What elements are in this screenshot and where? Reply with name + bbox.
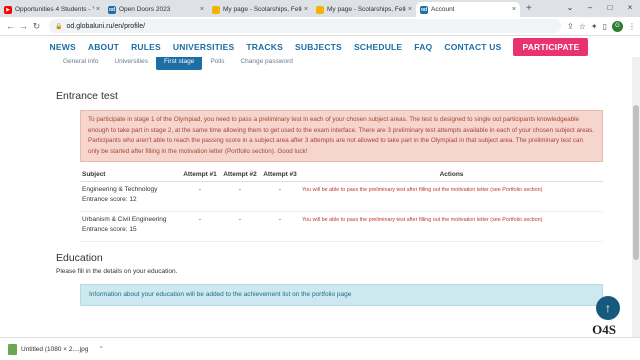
tab-polls[interactable]: Polls <box>202 57 232 70</box>
browser-tab-active[interactable]: od Account × <box>416 2 520 17</box>
col-attempt-3: Attempt #3 <box>260 168 300 182</box>
entrance-test-heading: Entrance test <box>56 90 118 102</box>
tab-universities[interactable]: Universities <box>106 57 156 70</box>
attempt-1: - <box>180 181 220 212</box>
nav-universities[interactable]: UNIVERSITIES <box>167 42 240 52</box>
entrance-score: Entrance score: 12 <box>82 196 137 203</box>
browser-tab[interactable]: ▶ Opportunities 4 Students - Yo × <box>0 2 104 17</box>
close-icon[interactable]: × <box>304 6 308 13</box>
close-icon[interactable]: × <box>200 6 204 13</box>
tab-title: Opportunities 4 Students - Yo <box>15 6 94 13</box>
nav-subjects[interactable]: SUBJECTS <box>289 42 348 52</box>
nav-schedule[interactable]: SCHEDULE <box>348 42 408 52</box>
tab-title: My page - Scolarships, Fellowsh <box>327 6 406 13</box>
action-text: You will be able to pass the preliminary… <box>300 211 603 242</box>
sidepanel-icon[interactable]: ▯ <box>603 22 607 31</box>
education-text: Please fill in the details on your educa… <box>56 268 178 275</box>
col-attempt-2: Attempt #2 <box>220 168 260 182</box>
attempt-2: - <box>220 181 260 212</box>
attempt-2: - <box>220 211 260 242</box>
col-actions: Actions <box>300 168 603 182</box>
entrance-notice: To participate in stage 1 of the Olympia… <box>80 110 603 162</box>
site-nav: NEWS ABOUT RULES UNIVERSITIES TRACKS SUB… <box>0 36 632 57</box>
entrance-table: Subject Attempt #1 Attempt #2 Attempt #3… <box>80 168 603 242</box>
address-bar: ← → ↻ 🔒 od.globaluni.ru/en/profile/ ⇪ ☆ … <box>0 17 640 36</box>
chevron-down-icon[interactable]: ⌄ <box>560 0 580 17</box>
attempt-1: - <box>180 211 220 242</box>
tab-title: Account <box>431 6 455 13</box>
browser-tab-strip: ▶ Opportunities 4 Students - Yo × od Open D… <box>0 0 640 17</box>
tab-title: Open Doors 2023 <box>119 6 171 13</box>
subject-name: Urbanism & Civil Engineering <box>82 216 167 223</box>
lock-icon: 🔒 <box>55 23 63 30</box>
vertical-scrollbar[interactable] <box>632 57 640 337</box>
logo-text: O4S <box>592 322 616 337</box>
youtube-icon: ▶ <box>4 5 12 14</box>
download-filename[interactable]: Untitled (1080 × 2....jpg <box>21 346 88 353</box>
od-icon: od <box>420 5 428 14</box>
new-tab-button[interactable]: + <box>520 2 538 17</box>
close-icon[interactable]: × <box>512 6 516 13</box>
education-heading: Education <box>56 252 103 264</box>
menu-icon[interactable]: ⋮ <box>628 22 636 31</box>
star-icon[interactable]: ☆ <box>579 22 586 31</box>
scroll-top-button[interactable]: ↑ <box>596 296 620 320</box>
attempt-3: - <box>260 181 300 212</box>
window-controls: ⌄ – □ × <box>560 0 640 17</box>
share-icon[interactable]: ⇪ <box>567 22 574 31</box>
nav-contact-us[interactable]: CONTACT US <box>438 42 507 52</box>
nav-tracks[interactable]: TRACKS <box>240 42 289 52</box>
nav-news[interactable]: NEWS <box>44 42 82 52</box>
nav-faq[interactable]: FAQ <box>408 42 438 52</box>
arrow-up-icon: ↑ <box>605 301 611 315</box>
url-field[interactable]: 🔒 od.globaluni.ru/en/profile/ <box>49 19 562 33</box>
close-window-icon[interactable]: × <box>620 0 640 17</box>
nav-about[interactable]: ABOUT <box>82 42 125 52</box>
browser-tab[interactable]: My page - Scolarships, Fellowsh× <box>208 2 312 17</box>
attempt-3: - <box>260 211 300 242</box>
minimize-icon[interactable]: – <box>580 0 600 17</box>
table-row: Urbanism & Civil Engineering Entrance sc… <box>80 211 603 242</box>
browser-tab[interactable]: My page - Scolarships, Fellowsh× <box>312 2 416 17</box>
subject-cell: Engineering & Technology Entrance score:… <box>80 181 180 212</box>
extensions-icon[interactable]: ✦ <box>591 22 598 31</box>
tab-title: My page - Scolarships, Fellowsh <box>223 6 302 13</box>
scrollbar-thumb[interactable] <box>633 105 639 260</box>
page-icon <box>316 5 324 14</box>
url-text: od.globaluni.ru/en/profile/ <box>66 22 146 30</box>
subject-name: Engineering & Technology <box>82 186 158 193</box>
table-row: Engineering & Technology Entrance score:… <box>80 181 603 212</box>
subject-cell: Urbanism & Civil Engineering Entrance sc… <box>80 211 180 242</box>
close-icon[interactable]: × <box>408 6 412 13</box>
entrance-score: Entrance score: 15 <box>82 226 137 233</box>
chevron-up-icon[interactable]: ⌃ <box>98 345 103 353</box>
reload-icon[interactable]: ↻ <box>30 21 43 32</box>
education-info: Information about your education will be… <box>80 284 603 306</box>
browser-tab[interactable]: od Open Doors 2023 × <box>104 2 208 17</box>
main-content: Entrance test To participate in stage 1 … <box>56 70 606 306</box>
tab-general-info[interactable]: General info <box>55 57 106 70</box>
toolbar-icons: ⇪ ☆ ✦ ▯ G ⋮ <box>567 20 636 32</box>
profile-tabs: General info Universities First stage Po… <box>55 57 301 70</box>
close-icon[interactable]: × <box>96 6 100 13</box>
col-subject: Subject <box>80 168 180 182</box>
col-attempt-1: Attempt #1 <box>180 168 220 182</box>
nav-rules[interactable]: RULES <box>125 42 167 52</box>
tab-change-password[interactable]: Change password <box>232 57 300 70</box>
maximize-icon[interactable]: □ <box>600 0 620 17</box>
participate-button[interactable]: PARTICIPATE <box>513 37 589 56</box>
avatar[interactable]: G <box>612 20 623 32</box>
page-icon <box>212 5 220 14</box>
image-file-icon <box>8 343 17 355</box>
tab-first-stage[interactable]: First stage <box>156 57 203 70</box>
back-icon[interactable]: ← <box>4 21 17 31</box>
action-text: You will be able to pass the preliminary… <box>300 181 603 212</box>
od-icon: od <box>108 5 116 14</box>
forward-icon[interactable]: → <box>17 21 30 31</box>
download-bar: Untitled (1080 × 2....jpg ⌃ <box>0 337 640 360</box>
